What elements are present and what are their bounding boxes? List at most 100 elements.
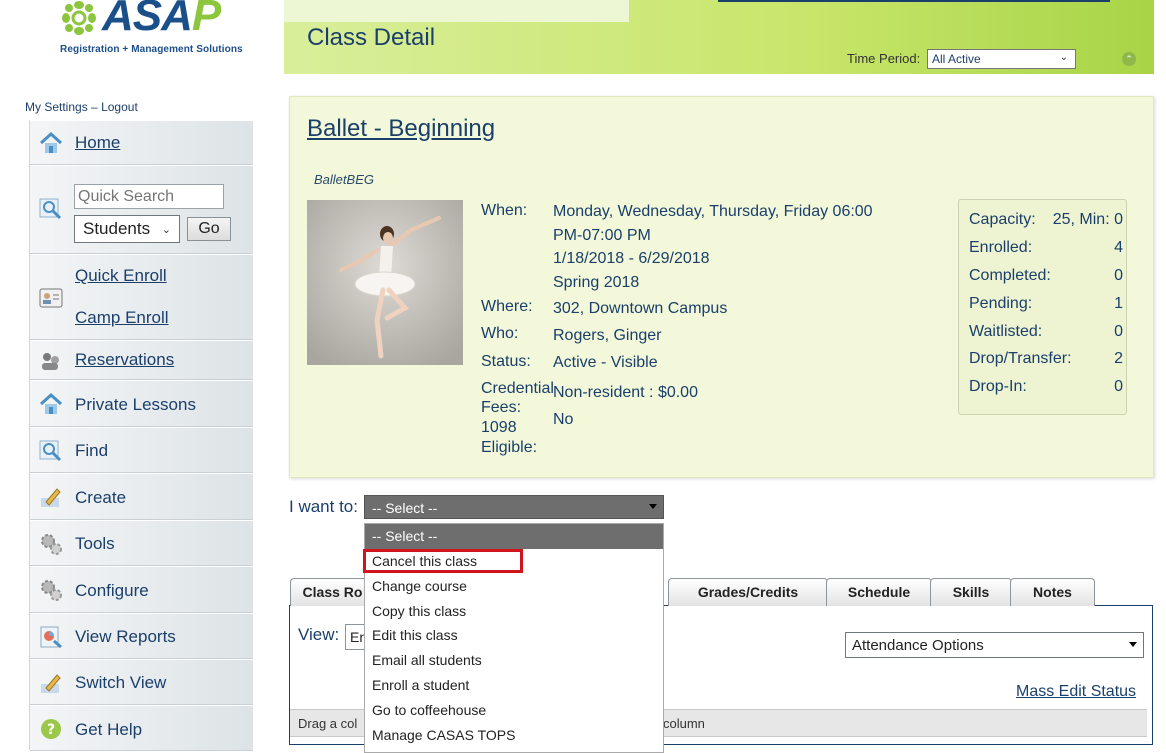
i-want-to-select[interactable]: -- Select --: [364, 495, 664, 519]
pencil-icon: [41, 674, 61, 693]
who-value: Rogers, Ginger: [553, 327, 662, 344]
sidebar-item-get-help[interactable]: ? Get Help: [30, 705, 253, 751]
class-photo: [307, 200, 463, 365]
home-icon: [39, 392, 63, 414]
my-settings-link[interactable]: My Settings: [25, 100, 88, 114]
sidebar-item-camp-enroll[interactable]: Camp Enroll: [75, 308, 169, 328]
sidebar-item-label: Private Lessons: [75, 395, 196, 414]
sidebar-item-private-lessons[interactable]: Private Lessons: [30, 380, 253, 427]
collapse-header-icon[interactable]: ⌃: [1122, 52, 1136, 66]
status-value: Active - Visible: [553, 354, 658, 371]
gears-icon: [41, 580, 62, 601]
option-enroll-student[interactable]: Enroll a student: [365, 673, 663, 698]
sidebar-item-switch-view[interactable]: Switch View: [30, 659, 253, 705]
class-code: BalletBEG: [314, 172, 374, 187]
time-period-value: All Active: [932, 52, 981, 66]
stat-label: Waitlisted:: [969, 323, 1043, 340]
stat-label: Completed:: [969, 267, 1051, 284]
option-copy-class[interactable]: Copy this class: [365, 599, 663, 624]
reservations-icon: [42, 353, 59, 370]
stat-drop-in: Drop-In: 0: [969, 378, 1126, 396]
stat-value: 25, Min: 0: [1052, 211, 1123, 228]
when-value: Monday, Wednesday, Thursday, Friday 06:0…: [553, 200, 873, 294]
stat-label: Drop-In:: [969, 378, 1027, 395]
tab-schedule[interactable]: Schedule: [826, 578, 932, 606]
stat-label: Pending:: [969, 295, 1033, 312]
where-value: 302, Downtown Campus: [553, 300, 728, 317]
option-go-to-coffeehouse[interactable]: Go to coffeehouse: [365, 698, 663, 723]
option-email-students[interactable]: Email all students: [365, 648, 663, 673]
pencil-icon: [41, 488, 61, 507]
attendance-options-value: Attendance Options: [852, 637, 984, 654]
svg-text:?: ?: [47, 722, 55, 738]
stat-drop-transfer: Drop/Transfer: 2: [969, 350, 1126, 368]
logout-link[interactable]: Logout: [101, 100, 138, 114]
quick-search-category-value: Students: [83, 219, 151, 238]
asap-logo-mark: [58, 0, 100, 36]
stat-value: 4: [1114, 239, 1123, 256]
enroll-icon: [39, 288, 63, 308]
stat-value: 0: [1114, 267, 1123, 284]
option-select-placeholder[interactable]: -- Select --: [365, 524, 663, 549]
stat-label: Drop/Transfer:: [969, 350, 1072, 367]
mass-edit-status-link[interactable]: Mass Edit Status: [1016, 683, 1136, 701]
class-name-link[interactable]: Ballet - Beginning: [307, 115, 495, 143]
sidebar-item-quick-enroll[interactable]: Quick Enroll: [75, 266, 167, 286]
reports-icon: [40, 626, 62, 649]
time-period-select[interactable]: All Active ⌄: [927, 49, 1076, 69]
header-tab-accent: [284, 0, 629, 22]
quick-search-category-select[interactable]: Students ⌄: [74, 215, 180, 243]
sidebar-item-configure[interactable]: Configure: [30, 566, 253, 613]
chevron-down-icon: ⌄: [1059, 52, 1068, 63]
option-change-course[interactable]: Change course: [365, 574, 663, 599]
gears-icon: [41, 534, 62, 555]
status-label: Status:: [481, 353, 531, 370]
stat-capacity: Capacity: 25, Min: 0: [969, 211, 1126, 229]
tab-skills[interactable]: Skills: [930, 578, 1012, 606]
sidebar-item-reservations[interactable]: Reservations: [30, 340, 253, 380]
quick-search-go-button[interactable]: Go: [187, 217, 231, 241]
eligible-label-line: 1098: [481, 419, 517, 436]
stat-value: 2: [1114, 350, 1123, 367]
credential-fees-label-line: Fees:: [481, 399, 522, 416]
quick-search-input[interactable]: [74, 184, 224, 209]
stat-label: Enrolled:: [969, 239, 1033, 256]
sidebar-item-home[interactable]: Home: [30, 120, 253, 165]
sidebar-item-create[interactable]: Create: [30, 473, 253, 520]
magnifier-icon: [39, 440, 62, 462]
sidebar-item-tools[interactable]: Tools: [30, 520, 253, 566]
i-want-to-label: I want to:: [289, 497, 358, 516]
sidebar-item-label: Find: [75, 441, 109, 460]
stat-value: 1: [1114, 295, 1123, 312]
credential-fees-label-line: Credential: [481, 380, 554, 397]
credential-fees-value: Non-resident : $0.00: [553, 384, 698, 401]
sidebar-item-label: Switch View: [75, 673, 167, 692]
tab-class-roster[interactable]: Class Ro: [290, 578, 375, 606]
option-manage-casas-tops[interactable]: Manage CASAS TOPS: [365, 723, 663, 748]
grid-hint-right: column: [663, 716, 705, 731]
tab-notes[interactable]: Notes: [1010, 578, 1095, 606]
page-title: Class Detail: [307, 24, 436, 51]
logo-tagline: Registration + Management Solutions: [60, 44, 243, 55]
attendance-options-select[interactable]: Attendance Options: [845, 632, 1144, 658]
magnifier-icon: [39, 198, 62, 220]
header-top-line: [718, 0, 1110, 2]
sidebar-item-label: View Reports: [75, 627, 176, 646]
when-line: PM-07:00 PM: [553, 226, 651, 244]
where-label: Where:: [481, 298, 533, 315]
option-edit-class[interactable]: Edit this class: [365, 623, 663, 648]
tab-grades-credits[interactable]: Grades/Credits: [668, 578, 828, 606]
enroll-panel: Quick Enroll Camp Enroll: [30, 254, 253, 340]
when-line: Spring 2018: [553, 273, 640, 291]
chevron-down-icon: ⌄: [161, 224, 171, 236]
sidebar-item-label[interactable]: Reservations: [75, 350, 174, 370]
sidebar-item-label: Tools: [75, 534, 115, 553]
stat-label: Capacity:: [969, 211, 1036, 228]
sidebar-item-view-reports[interactable]: View Reports: [30, 613, 253, 659]
sidebar-item-find[interactable]: Find: [30, 427, 253, 473]
help-icon: ?: [41, 719, 61, 739]
stat-completed: Completed: 0: [969, 267, 1126, 285]
link-separator: –: [91, 100, 98, 114]
sidebar-item-label[interactable]: Home: [75, 133, 120, 153]
enrollment-stats-panel: Capacity: 25, Min: 0 Enrolled: 4 Completed…: [958, 199, 1127, 415]
